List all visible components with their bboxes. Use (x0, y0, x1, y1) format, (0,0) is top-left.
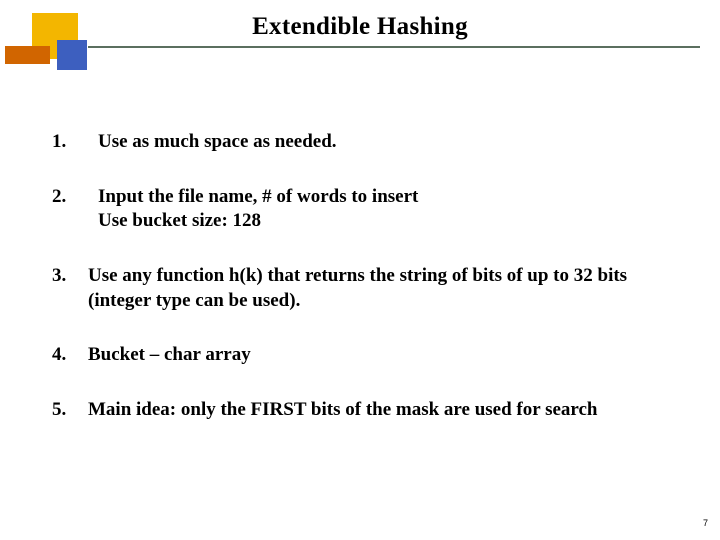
item-text: Use as much space as needed. (98, 130, 672, 155)
item-number: 5. (52, 398, 88, 423)
page-title: Extendible Hashing (0, 13, 720, 41)
title-container: Extendible Hashing (0, 13, 720, 48)
item-text-line1: Input the file name, # of words to inser… (98, 185, 672, 210)
page-number: 7 (703, 518, 708, 528)
decoration-orange-bar (5, 46, 50, 64)
list-item-5: 5. Main idea: only the FIRST bits of the… (52, 398, 672, 423)
item-text: Main idea: only the FIRST bits of the ma… (88, 398, 672, 423)
title-underline (88, 46, 700, 48)
item-number: 2. (52, 185, 88, 210)
item-number: 4. (52, 343, 88, 368)
list-item-1: 1. Use as much space as needed. (52, 130, 672, 155)
item-number: 3. (52, 264, 88, 289)
list-item-2: 2. Input the file name, # of words to in… (52, 185, 672, 234)
item-text-line2: Use bucket size: 128 (98, 209, 672, 234)
item-text: Use any function h(k) that returns the s… (88, 264, 672, 313)
numbered-list: 1. Use as much space as needed. 2. Input… (52, 130, 672, 423)
item-text: Bucket – char array (88, 343, 672, 368)
list-item-3: 3. Use any function h(k) that returns th… (52, 264, 672, 313)
item-number: 1. (52, 130, 88, 155)
content-body: 1. Use as much space as needed. 2. Input… (52, 130, 672, 453)
list-item-4: 4. Bucket – char array (52, 343, 672, 368)
